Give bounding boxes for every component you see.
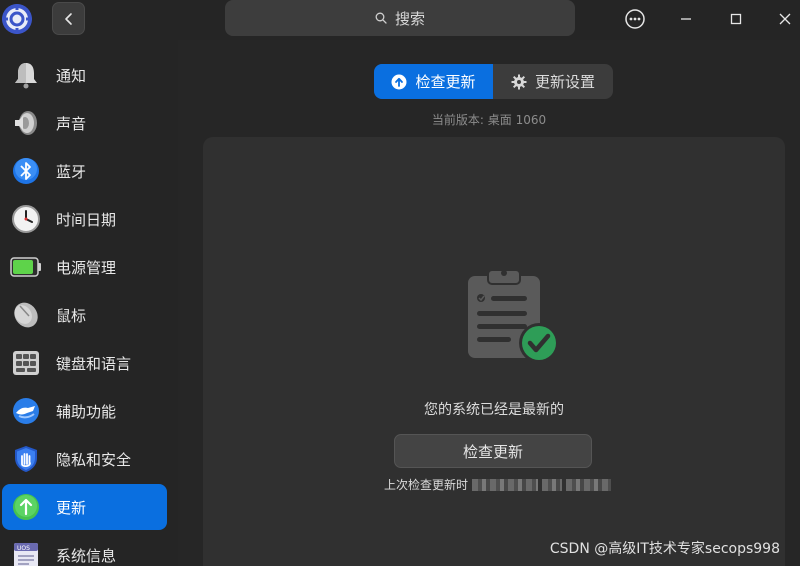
svg-text:UOS: UOS bbox=[17, 545, 30, 552]
close-icon bbox=[779, 13, 791, 25]
redacted-date bbox=[472, 478, 539, 491]
sidebar-item-privacy-security[interactable]: 隐私和安全 bbox=[2, 436, 167, 482]
upload-circle-icon bbox=[391, 74, 407, 89]
sidebar-item-power[interactable]: 电源管理 bbox=[2, 244, 167, 290]
redacted-date bbox=[542, 478, 563, 491]
sidebar-item-date-time[interactable]: 时间日期 bbox=[2, 196, 167, 242]
control-center-logo-icon bbox=[0, 2, 34, 36]
current-version: 当前版本: 桌面 1060 bbox=[431, 113, 547, 127]
sidebar-item-keyboard-language[interactable]: 键盘和语言 bbox=[2, 340, 167, 386]
sidebar-item-label: 蓝牙 bbox=[56, 162, 87, 181]
tab-update-settings[interactable]: 更新设置 bbox=[493, 64, 613, 99]
watermark: CSDN @高级IT技术专家secops998 bbox=[549, 541, 780, 557]
minimize-icon bbox=[681, 18, 691, 20]
search-icon bbox=[375, 12, 387, 24]
sidebar-item-label: 通知 bbox=[56, 66, 87, 85]
sidebar: 通知 声音 蓝牙 时间日期 电源管理 鼠标 键盘和语言 辅助功能 隐私和安全 更… bbox=[0, 40, 178, 566]
update-status-panel: 您的系统已经是最新的 检查更新 上次检查更新时 bbox=[203, 137, 785, 566]
sidebar-item-label: 声音 bbox=[56, 114, 87, 133]
status-message: 您的系统已经是最新的 bbox=[424, 402, 564, 418]
sidebar-item-mouse[interactable]: 鼠标 bbox=[2, 292, 167, 338]
update-arrow-icon bbox=[10, 491, 42, 523]
bell-icon bbox=[10, 59, 42, 91]
sidebar-item-notifications[interactable]: 通知 bbox=[2, 52, 167, 98]
system-info-icon: UOS bbox=[10, 539, 42, 566]
more-options-icon bbox=[625, 9, 645, 29]
title-bar: 搜索 bbox=[0, 0, 800, 40]
accessibility-icon bbox=[10, 395, 42, 427]
sidebar-item-label: 时间日期 bbox=[56, 210, 117, 229]
sidebar-item-update[interactable]: 更新 bbox=[2, 484, 167, 530]
maximize-icon bbox=[730, 13, 742, 25]
battery-icon bbox=[10, 251, 42, 283]
tab-label: 更新设置 bbox=[534, 73, 595, 91]
sidebar-item-sound[interactable]: 声音 bbox=[2, 100, 167, 146]
sidebar-item-label: 键盘和语言 bbox=[56, 354, 132, 373]
main-content: 检查更新 更新设置 当前版本: 桌面 1060 您的系统已经是最新的 检查更新 … bbox=[178, 40, 800, 566]
redacted-time bbox=[566, 478, 612, 491]
check-update-button[interactable]: 检查更新 bbox=[394, 434, 592, 468]
speaker-icon bbox=[10, 107, 42, 139]
chevron-left-icon bbox=[64, 12, 72, 25]
sidebar-item-label: 辅助功能 bbox=[56, 402, 117, 421]
minimize-button[interactable] bbox=[673, 6, 699, 32]
sidebar-item-label: 更新 bbox=[56, 498, 87, 517]
search-input[interactable]: 搜索 bbox=[225, 0, 575, 36]
sidebar-item-label: 系统信息 bbox=[56, 546, 117, 565]
tab-label: 检查更新 bbox=[415, 73, 476, 91]
tab-check-updates[interactable]: 检查更新 bbox=[374, 64, 493, 99]
sidebar-item-label: 鼠标 bbox=[56, 306, 87, 325]
close-button[interactable] bbox=[772, 6, 798, 32]
last-check-label: 上次检查更新时 bbox=[384, 478, 469, 492]
keyboard-icon bbox=[10, 347, 42, 379]
mouse-icon bbox=[10, 299, 42, 331]
sidebar-item-accessibility[interactable]: 辅助功能 bbox=[2, 388, 167, 434]
sidebar-item-label: 隐私和安全 bbox=[56, 450, 132, 469]
sidebar-item-system-info[interactable]: UOS 系统信息 bbox=[2, 532, 167, 566]
last-check-time: 上次检查更新时 bbox=[384, 476, 612, 493]
clipboard-check-icon bbox=[464, 268, 560, 368]
bluetooth-icon bbox=[10, 155, 42, 187]
menu-button[interactable] bbox=[622, 6, 648, 32]
sidebar-item-label: 电源管理 bbox=[56, 258, 117, 277]
update-tabs: 检查更新 更新设置 bbox=[374, 64, 613, 99]
clock-icon bbox=[10, 203, 42, 235]
search-placeholder: 搜索 bbox=[394, 9, 425, 28]
sidebar-item-bluetooth[interactable]: 蓝牙 bbox=[2, 148, 167, 194]
maximize-button[interactable] bbox=[723, 6, 749, 32]
back-button[interactable] bbox=[52, 2, 85, 35]
privacy-shield-icon bbox=[10, 443, 42, 475]
gear-icon bbox=[511, 74, 527, 89]
